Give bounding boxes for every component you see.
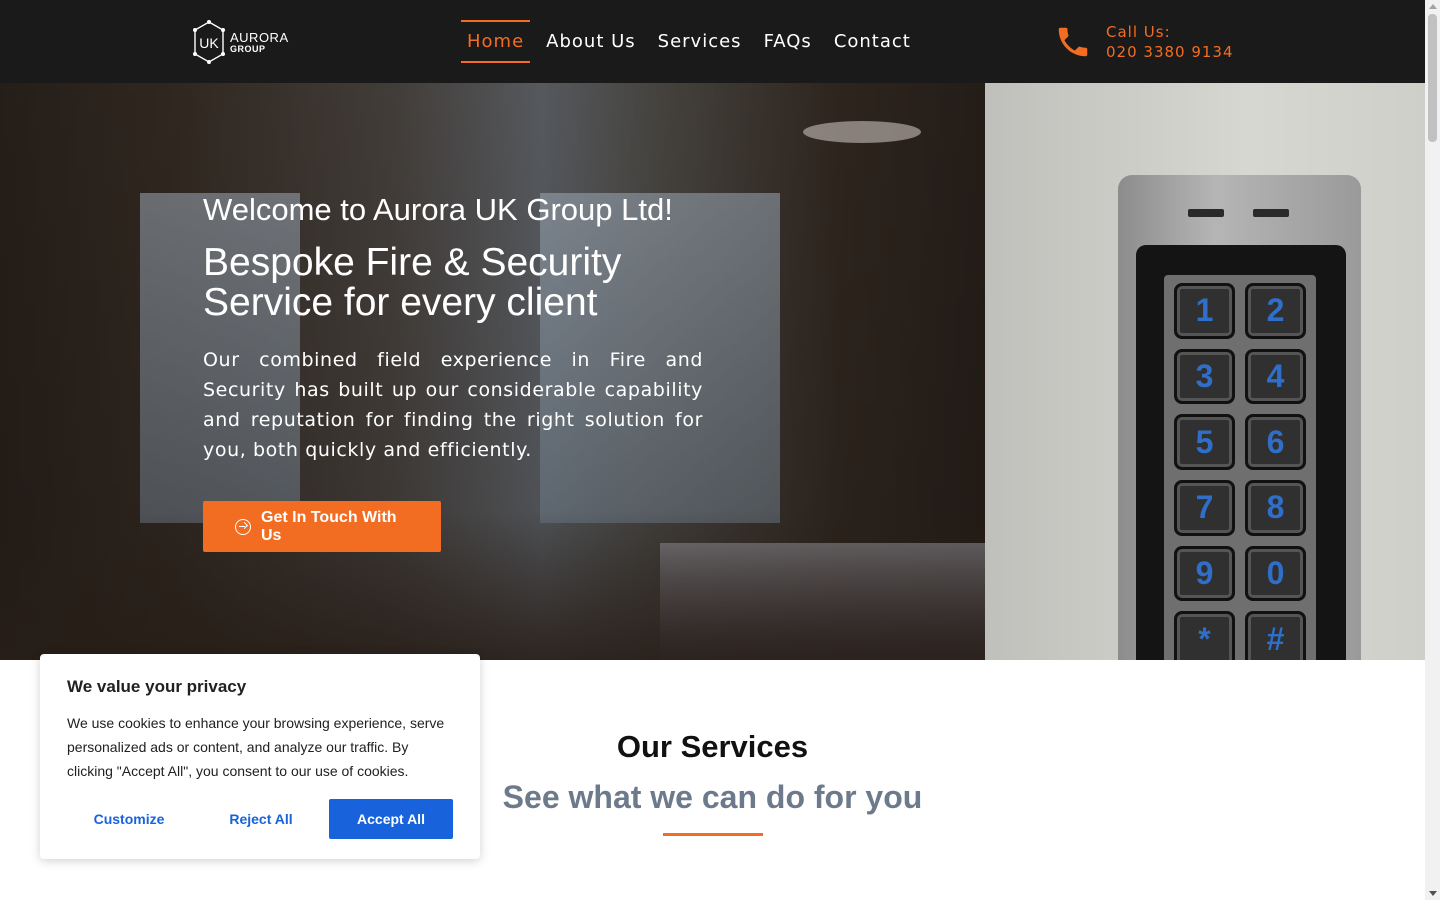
hero-description: Our combined field experience in Fire an… bbox=[203, 349, 703, 461]
hero-tagline-line2: Service for every client bbox=[203, 281, 598, 324]
keypad-key: 0 bbox=[1245, 545, 1306, 602]
nav-about-us[interactable]: About Us bbox=[540, 20, 642, 63]
keypad-key: 5 bbox=[1174, 414, 1235, 470]
keypad-bezel: 1 2 3 4 5 6 7 8 9 0 * # bbox=[1136, 245, 1346, 660]
logo-mark-text: UK bbox=[199, 35, 219, 51]
hero-content: Welcome to Aurora UK Group Ltd! Bespoke … bbox=[203, 193, 703, 552]
services-divider bbox=[663, 833, 763, 836]
hero-tagline-line1: Bespoke Fire & Security bbox=[203, 241, 622, 284]
page: UK AURORA GROUP Home About Us Services F… bbox=[0, 0, 1440, 900]
security-keypad: 1 2 3 4 5 6 7 8 9 0 * # bbox=[1118, 175, 1361, 660]
page-scrollbar[interactable] bbox=[1425, 0, 1440, 900]
logo[interactable]: UK AURORA GROUP bbox=[192, 18, 288, 66]
hero-section: 1 2 3 4 5 6 7 8 9 0 * # Welcome to Auror… bbox=[0, 83, 1425, 660]
logo-words: AURORA GROUP bbox=[230, 31, 289, 54]
scroll-down-arrow-icon[interactable] bbox=[1429, 891, 1437, 896]
keypad-key: # bbox=[1245, 611, 1306, 660]
call-number[interactable]: 020 3380 9134 bbox=[1106, 42, 1234, 62]
cookie-title: We value your privacy bbox=[67, 677, 247, 696]
keypad-led bbox=[1188, 209, 1224, 217]
nav-faqs[interactable]: FAQs bbox=[758, 20, 818, 63]
nav-services[interactable]: Services bbox=[652, 20, 748, 63]
logo-mark: UK bbox=[192, 20, 226, 64]
cookie-consent-banner: We value your privacy We use cookies to … bbox=[40, 654, 480, 859]
nav-contact[interactable]: Contact bbox=[828, 20, 917, 63]
accept-all-button[interactable]: Accept All bbox=[329, 799, 453, 839]
cookie-text: We use cookies to enhance your browsing … bbox=[67, 715, 445, 779]
logo-word-group: GROUP bbox=[230, 43, 266, 54]
scroll-up-arrow-icon[interactable] bbox=[1429, 4, 1437, 9]
keypad-key: 1 bbox=[1174, 283, 1235, 339]
ceiling-lamp bbox=[803, 121, 921, 143]
keypad-key: 8 bbox=[1245, 479, 1306, 536]
keypad-key: 9 bbox=[1174, 545, 1235, 602]
keypad-key: 7 bbox=[1174, 479, 1235, 536]
main-nav: Home About Us Services FAQs Contact bbox=[461, 20, 927, 63]
keypad-led bbox=[1253, 209, 1289, 217]
keypad-key: 4 bbox=[1245, 348, 1306, 405]
keypad-key: 6 bbox=[1245, 414, 1306, 470]
get-in-touch-button[interactable]: Get In Touch With Us bbox=[203, 501, 441, 552]
phone-icon bbox=[1054, 23, 1092, 61]
keypad-key: 3 bbox=[1174, 348, 1235, 405]
call-text: Call Us: 020 3380 9134 bbox=[1106, 22, 1234, 62]
scroll-thumb[interactable] bbox=[1428, 14, 1437, 142]
keypad-key: 2 bbox=[1245, 283, 1306, 339]
call-us[interactable]: Call Us: 020 3380 9134 bbox=[1054, 22, 1234, 62]
arrow-circle-right-icon bbox=[235, 518, 251, 535]
keypad-image: 1 2 3 4 5 6 7 8 9 0 * # bbox=[985, 83, 1425, 660]
customize-button[interactable]: Customize bbox=[67, 799, 191, 839]
hero-welcome: Welcome to Aurora UK Group Ltd! bbox=[203, 192, 673, 227]
call-label: Call Us: bbox=[1106, 23, 1171, 41]
nav-home[interactable]: Home bbox=[461, 20, 531, 63]
hero-tagline: Bespoke Fire & Security Service for ever… bbox=[203, 243, 703, 323]
site-header: UK AURORA GROUP Home About Us Services F… bbox=[0, 0, 1425, 83]
keypad-key: * bbox=[1174, 611, 1235, 660]
keypad-grid: 1 2 3 4 5 6 7 8 9 0 * # bbox=[1164, 275, 1316, 660]
get-in-touch-label: Get In Touch With Us bbox=[261, 508, 397, 544]
reject-all-button[interactable]: Reject All bbox=[199, 799, 323, 839]
logo-word-aurora: AURORA bbox=[230, 29, 289, 45]
